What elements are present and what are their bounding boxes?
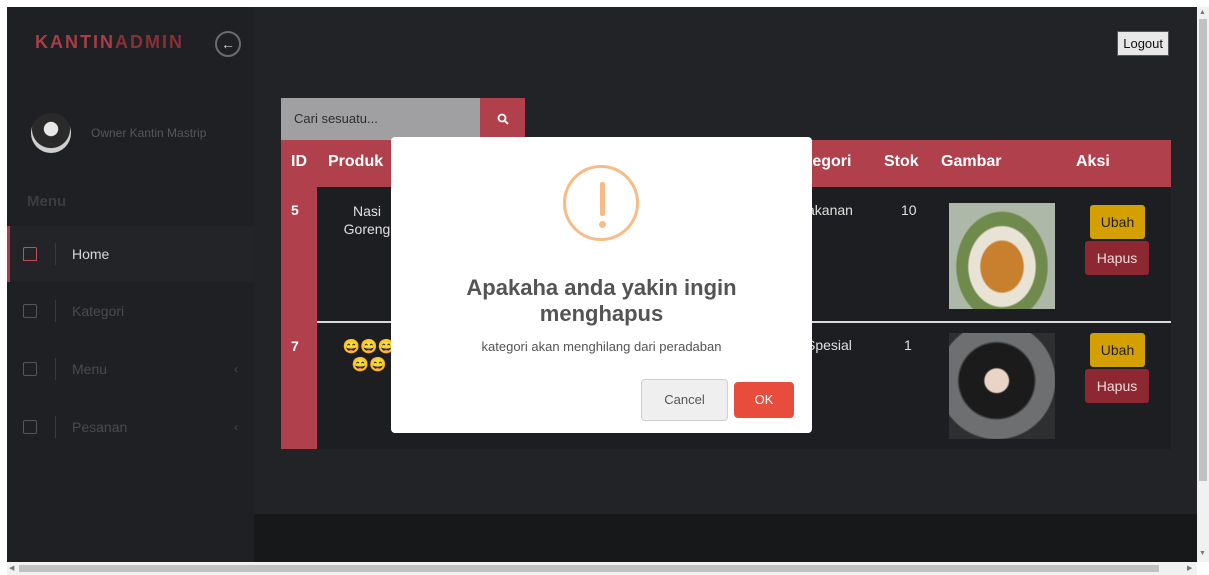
- cancel-button[interactable]: Cancel: [641, 379, 728, 421]
- horizontal-scrollbar[interactable]: ◀ ▶: [7, 562, 1197, 575]
- column-header-stok: Stok: [884, 153, 919, 170]
- divider: [55, 243, 56, 265]
- sidebar-item-label: Home: [72, 246, 110, 262]
- grid-icon: [23, 304, 37, 318]
- column-header-kategori: tegori: [807, 153, 852, 170]
- delete-button[interactable]: Hapus: [1085, 241, 1149, 275]
- footer: [254, 514, 1197, 562]
- divider: [55, 358, 56, 380]
- row-kategori: Spesial: [806, 337, 852, 353]
- sidebar-item-home[interactable]: Home: [7, 226, 254, 282]
- sidebar-item-menu[interactable]: Menu ‹: [7, 341, 254, 397]
- sidebar-item-pesanan[interactable]: Pesanan ‹: [7, 399, 254, 455]
- column-header-produk: Produk: [328, 153, 384, 170]
- scroll-thumb[interactable]: [19, 565, 1159, 572]
- scroll-up-icon[interactable]: ▲: [1199, 9, 1206, 16]
- folder-icon: [23, 420, 37, 434]
- product-image: [949, 203, 1055, 309]
- row-stok: 1: [904, 337, 912, 353]
- search-button[interactable]: [480, 98, 525, 140]
- avatar: [31, 113, 71, 153]
- product-image: [949, 333, 1055, 439]
- row-stok: 10: [901, 202, 917, 218]
- search-icon: [497, 113, 509, 125]
- logout-button[interactable]: Logout: [1117, 31, 1169, 56]
- column-header-id: ID: [291, 153, 307, 170]
- owner-name: Owner Kantin Mastrip: [91, 126, 207, 140]
- column-header-gambar: Gambar: [941, 153, 1002, 170]
- sidebar-item-label: Pesanan: [72, 419, 128, 435]
- column-header-aksi: Aksi: [1076, 153, 1110, 170]
- brand-logo: KANTINADMIN: [35, 32, 184, 52]
- search-bar: Cari sesuatu...: [281, 98, 525, 140]
- row-id: 5: [281, 187, 317, 323]
- edit-button[interactable]: Ubah: [1090, 205, 1145, 239]
- scroll-left-icon[interactable]: ◀: [9, 564, 14, 572]
- dialog-text: kategori akan menghilang dari peradaban: [481, 339, 722, 354]
- row-produk: Nasi Goreng: [343, 203, 391, 237]
- divider: [55, 416, 56, 438]
- chevron-left-icon: ‹: [234, 362, 238, 376]
- scroll-down-icon[interactable]: ▼: [1199, 550, 1206, 557]
- divider: [55, 300, 56, 322]
- home-icon: [23, 247, 37, 261]
- warning-icon: [563, 165, 639, 241]
- search-input[interactable]: Cari sesuatu...: [281, 98, 480, 140]
- vertical-scrollbar[interactable]: ▲ ▼: [1197, 7, 1209, 562]
- row-kategori: akanan: [807, 202, 853, 218]
- sidebar: KANTINADMIN ← Owner Kantin Mastrip Menu …: [7, 7, 254, 562]
- sidebar-item-label: Kategori: [72, 303, 125, 319]
- menu-heading: Menu: [27, 193, 67, 210]
- sidebar-toggle-icon[interactable]: ←: [215, 31, 241, 57]
- chevron-left-icon: ‹: [234, 420, 238, 434]
- row-produk: 😄😄😄 😄😄: [342, 338, 396, 372]
- scroll-right-icon[interactable]: ▶: [1187, 564, 1192, 572]
- row-id: 7: [281, 323, 317, 449]
- sidebar-item-kategori[interactable]: Kategori: [7, 283, 254, 339]
- dialog-title: Apakaha anda yakin ingin menghapus: [466, 275, 737, 326]
- edit-button[interactable]: Ubah: [1090, 333, 1145, 367]
- ok-button[interactable]: OK: [734, 382, 794, 418]
- folder-icon: [23, 362, 37, 376]
- confirm-dialog: Apakaha anda yakin ingin menghapus kateg…: [391, 137, 812, 433]
- scroll-thumb[interactable]: [1199, 19, 1207, 481]
- sidebar-item-label: Menu: [72, 361, 108, 377]
- delete-button[interactable]: Hapus: [1085, 369, 1149, 403]
